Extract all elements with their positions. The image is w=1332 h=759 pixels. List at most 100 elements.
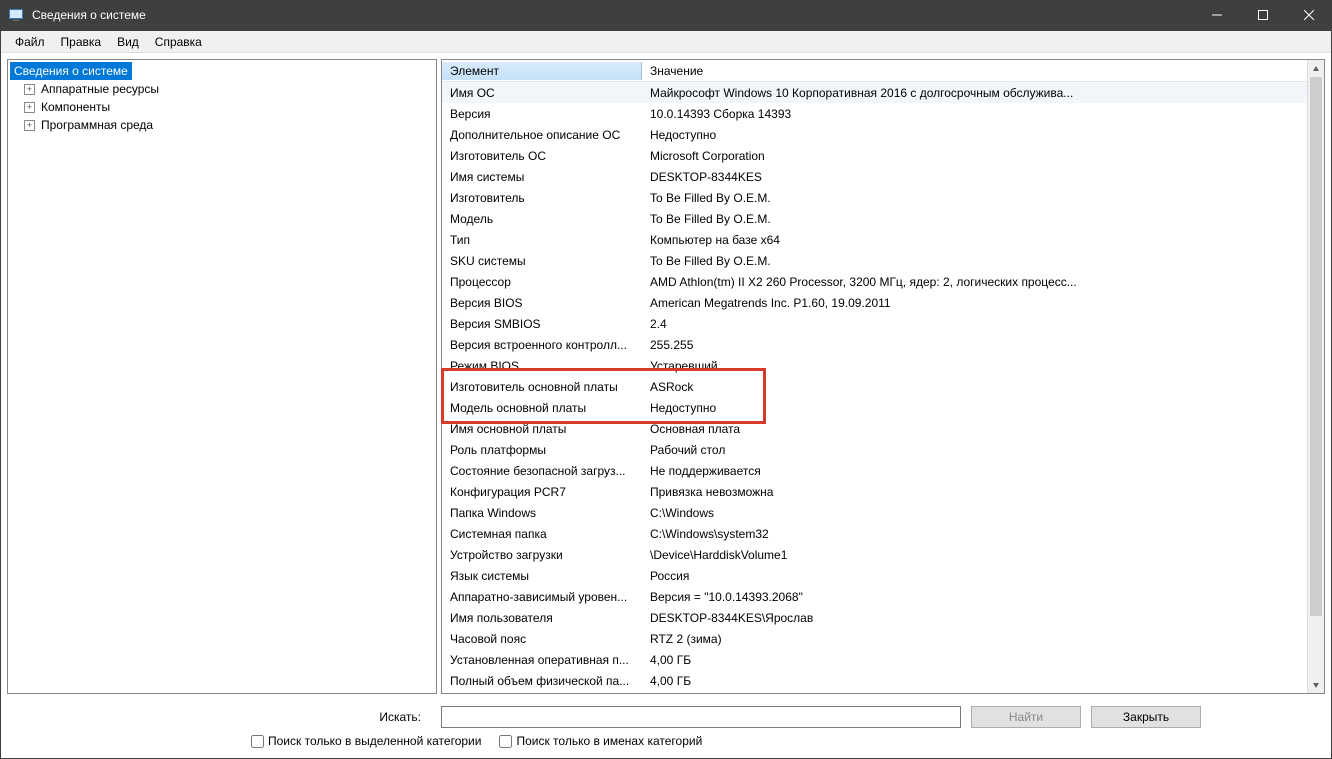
cell-value: 2.4: [642, 317, 1307, 331]
table-row[interactable]: Роль платформыРабочий стол: [442, 439, 1307, 460]
cell-value: Версия = "10.0.14393.2068": [642, 590, 1307, 604]
table-row[interactable]: Часовой поясRTZ 2 (зима): [442, 628, 1307, 649]
table-row[interactable]: Имя пользователяDESKTOP-8344KES\Ярослав: [442, 607, 1307, 628]
search-input[interactable]: [441, 706, 961, 728]
table-row[interactable]: Имя основной платыОсновная плата: [442, 418, 1307, 439]
table-row[interactable]: ТипКомпьютер на базе x64: [442, 229, 1307, 250]
chk-names-only[interactable]: [499, 735, 512, 748]
cell-value: To Be Filled By O.E.M.: [642, 191, 1307, 205]
cell-element: Имя основной платы: [442, 422, 642, 436]
close-button[interactable]: [1286, 0, 1332, 30]
scroll-up-button[interactable]: [1308, 60, 1324, 77]
cell-value: 4,00 ГБ: [642, 653, 1307, 667]
table-row[interactable]: Имя системыDESKTOP-8344KES: [442, 166, 1307, 187]
scroll-down-button[interactable]: [1308, 676, 1324, 693]
close-search-button[interactable]: Закрыть: [1091, 706, 1201, 728]
tree-node-label: Компоненты: [39, 99, 112, 115]
tree-node[interactable]: + Компоненты: [10, 98, 434, 116]
cell-value: Компьютер на базе x64: [642, 233, 1307, 247]
table-row[interactable]: SKU системыTo Be Filled By O.E.M.: [442, 250, 1307, 271]
cell-value: ASRock: [642, 380, 1307, 394]
table-row[interactable]: МодельTo Be Filled By O.E.M.: [442, 208, 1307, 229]
tree-node[interactable]: +Аппаратные ресурсы: [10, 80, 434, 98]
header-element[interactable]: Элемент: [442, 62, 642, 80]
cell-element: Версия SMBIOS: [442, 317, 642, 331]
table-row[interactable]: Состояние безопасной загруз...Не поддерж…: [442, 460, 1307, 481]
cell-value: 255.255: [642, 338, 1307, 352]
tree-node-label: Программная среда: [39, 117, 155, 133]
tree-root[interactable]: Сведения о системе: [10, 62, 132, 80]
details-table[interactable]: Элемент Значение Имя ОСМайкрософт Window…: [442, 60, 1307, 693]
table-row[interactable]: Версия10.0.14393 Сборка 14393: [442, 103, 1307, 124]
cell-value: Майкрософт Windows 10 Корпоративная 2016…: [642, 86, 1307, 100]
cell-element: Часовой пояс: [442, 632, 642, 646]
client-area: Файл Правка Вид Справка Сведения о систе…: [0, 30, 1332, 759]
cell-value: \Device\HarddiskVolume1: [642, 548, 1307, 562]
table-row[interactable]: Режим BIOSУстаревший: [442, 355, 1307, 376]
vertical-scrollbar[interactable]: [1307, 60, 1324, 693]
cell-value: Не поддерживается: [642, 464, 1307, 478]
search-category-checkbox[interactable]: Поиск только в выделенной категории: [251, 734, 481, 748]
table-row[interactable]: Системная папкаC:\Windows\system32: [442, 523, 1307, 544]
find-button[interactable]: Найти: [971, 706, 1081, 728]
cell-value: C:\Windows\system32: [642, 527, 1307, 541]
table-row[interactable]: Имя ОСМайкрософт Windows 10 Корпоративна…: [442, 82, 1307, 103]
cell-element: Версия: [442, 107, 642, 121]
cell-value: C:\Windows: [642, 506, 1307, 520]
content-area: Сведения о системе +Аппаратные ресурсы+К…: [1, 53, 1331, 700]
table-row[interactable]: ПроцессорAMD Athlon(tm) II X2 260 Proces…: [442, 271, 1307, 292]
menu-help[interactable]: Справка: [147, 33, 210, 51]
app-window: Сведения о системе Файл Правка Вид Справ…: [0, 0, 1332, 759]
cell-element: Язык системы: [442, 569, 642, 583]
cell-element: Полный объем физической па...: [442, 674, 642, 688]
header-value[interactable]: Значение: [642, 62, 1307, 80]
titlebar[interactable]: Сведения о системе: [0, 0, 1332, 30]
table-row[interactable]: ИзготовительTo Be Filled By O.E.M.: [442, 187, 1307, 208]
table-row[interactable]: Модель основной платыНедоступно: [442, 397, 1307, 418]
cell-element: Дополнительное описание ОС: [442, 128, 642, 142]
cell-value: DESKTOP-8344KES\Ярослав: [642, 611, 1307, 625]
cell-element: SKU системы: [442, 254, 642, 268]
tree-pane[interactable]: Сведения о системе +Аппаратные ресурсы+К…: [7, 59, 437, 694]
menu-edit[interactable]: Правка: [53, 33, 110, 51]
search-names-checkbox[interactable]: Поиск только в именах категорий: [499, 734, 702, 748]
table-row[interactable]: Конфигурация PCR7Привязка невозможна: [442, 481, 1307, 502]
scroll-thumb[interactable]: [1310, 77, 1322, 616]
cell-element: Конфигурация PCR7: [442, 485, 642, 499]
cell-value: RTZ 2 (зима): [642, 632, 1307, 646]
menu-file[interactable]: Файл: [7, 33, 53, 51]
table-row[interactable]: Папка WindowsC:\Windows: [442, 502, 1307, 523]
table-row[interactable]: Изготовитель ОСMicrosoft Corporation: [442, 145, 1307, 166]
search-panel: Искать: Найти Закрыть Поиск только в выд…: [1, 700, 1331, 758]
expand-icon[interactable]: +: [24, 120, 35, 131]
table-row[interactable]: Язык системыРоссия: [442, 565, 1307, 586]
table-row[interactable]: Версия BIOSAmerican Megatrends Inc. P1.6…: [442, 292, 1307, 313]
window-title: Сведения о системе: [32, 8, 1194, 22]
table-row[interactable]: Изготовитель основной платыASRock: [442, 376, 1307, 397]
chk-category-only[interactable]: [251, 735, 264, 748]
table-body: Имя ОСМайкрософт Windows 10 Корпоративна…: [442, 82, 1307, 691]
cell-element: Тип: [442, 233, 642, 247]
table-row[interactable]: Версия SMBIOS2.4: [442, 313, 1307, 334]
table-row[interactable]: Аппаратно-зависимый уровен...Версия = "1…: [442, 586, 1307, 607]
cell-element: Устройство загрузки: [442, 548, 642, 562]
scroll-track[interactable]: [1308, 77, 1324, 676]
menu-view[interactable]: Вид: [109, 33, 147, 51]
table-row[interactable]: Полный объем физической па...4,00 ГБ: [442, 670, 1307, 691]
cell-value: DESKTOP-8344KES: [642, 170, 1307, 184]
minimize-button[interactable]: [1194, 0, 1240, 30]
tree-node[interactable]: + Программная среда: [10, 116, 434, 134]
table-row[interactable]: Установленная оперативная п...4,00 ГБ: [442, 649, 1307, 670]
expand-icon[interactable]: +: [24, 84, 35, 95]
expand-icon[interactable]: +: [24, 102, 35, 113]
table-row[interactable]: Версия встроенного контролл...255.255: [442, 334, 1307, 355]
maximize-button[interactable]: [1240, 0, 1286, 30]
table-row[interactable]: Дополнительное описание ОСНедоступно: [442, 124, 1307, 145]
cell-value: AMD Athlon(tm) II X2 260 Processor, 3200…: [642, 275, 1307, 289]
search-label: Искать:: [131, 710, 431, 724]
cell-element: Установленная оперативная п...: [442, 653, 642, 667]
cell-element: Состояние безопасной загруз...: [442, 464, 642, 478]
cell-element: Модель: [442, 212, 642, 226]
table-row[interactable]: Устройство загрузки\Device\HarddiskVolum…: [442, 544, 1307, 565]
cell-value: Привязка невозможна: [642, 485, 1307, 499]
